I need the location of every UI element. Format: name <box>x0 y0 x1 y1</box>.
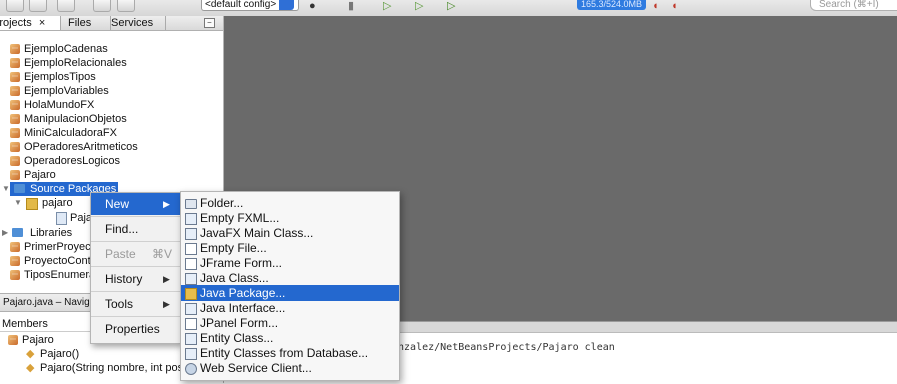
project-icon <box>10 86 20 96</box>
memory-indicator[interactable]: 165.3/524.0MB <box>577 0 646 10</box>
debug-project-icon[interactable]: ▷ <box>415 1 423 12</box>
menu-separator <box>91 241 180 242</box>
menu-separator <box>91 316 180 317</box>
new-jframe-form-item[interactable]: JFrame Form... <box>181 255 399 271</box>
new-empty-fxml-item[interactable]: Empty FXML... <box>181 210 399 226</box>
jpanel-icon <box>185 318 197 330</box>
gc-icon[interactable]: ◖ <box>652 1 659 12</box>
new-java-package-item[interactable]: Java Package... <box>181 285 399 301</box>
package-icon <box>185 288 197 300</box>
java-file-icon <box>56 212 67 225</box>
open-project-button[interactable] <box>57 0 75 12</box>
menu-item-tools[interactable]: Tools ▶ <box>91 293 180 315</box>
output-text: onzalez/NetBeansProjects/Pajaro clean <box>392 342 615 353</box>
project-icon <box>10 170 20 180</box>
javafx-class-icon <box>185 228 197 240</box>
new-java-interface-item[interactable]: Java Interface... <box>181 300 399 316</box>
submenu-arrow-icon: ▶ <box>163 274 170 284</box>
web-service-icon <box>185 363 197 375</box>
redo-button[interactable] <box>117 0 135 12</box>
undo-button[interactable] <box>93 0 111 12</box>
menu-separator <box>91 216 180 217</box>
minimize-button[interactable]: – <box>204 18 215 28</box>
project-icon <box>10 58 20 68</box>
project-icon <box>10 72 20 82</box>
menu-item-properties[interactable]: Properties <box>91 318 180 340</box>
new-entity-classes-db-item[interactable]: Entity Classes from Database... <box>181 345 399 361</box>
project-icon <box>10 114 20 124</box>
tab-projects[interactable]: Projects × <box>0 16 61 30</box>
tab-files[interactable]: Files <box>62 16 111 30</box>
class-icon <box>8 335 18 345</box>
search-input[interactable]: Search (⌘+I) <box>810 0 897 11</box>
expand-arrow-icon[interactable]: ▼ <box>2 184 10 193</box>
submenu-arrow-icon: ▶ <box>163 299 170 309</box>
menu-separator <box>91 291 180 292</box>
java-class-icon <box>185 273 197 285</box>
project-icon <box>10 256 20 266</box>
pause-icon[interactable]: ◖ <box>671 1 678 12</box>
new-file-button[interactable] <box>6 0 24 12</box>
new-empty-file-item[interactable]: Empty File... <box>181 240 399 256</box>
libraries-icon <box>12 228 23 237</box>
entity-class-icon <box>185 333 197 345</box>
menu-item-find[interactable]: Find... <box>91 218 180 240</box>
context-menu: New ▶ Find... Paste ⌘V History ▶ Tools ▶… <box>90 192 181 344</box>
project-icon <box>10 128 20 138</box>
close-icon[interactable]: × <box>39 17 45 29</box>
tree-project[interactable]: PrimerProyecto <box>10 240 90 254</box>
project-icon <box>10 242 20 252</box>
main-toolbar: <default config> ● ▮ ▷ ▷ ▷ 165.3/524.0MB… <box>0 0 897 17</box>
project-icon <box>10 44 20 54</box>
menu-item-history[interactable]: History ▶ <box>91 268 180 290</box>
new-web-service-client-item[interactable]: Web Service Client... <box>181 360 399 376</box>
new-project-button[interactable] <box>29 0 47 12</box>
run-project-icon[interactable]: ▷ <box>383 1 391 12</box>
menu-item-new[interactable]: New ▶ <box>91 193 180 215</box>
tree-java-file[interactable]: Pajaro.java <box>56 211 90 225</box>
empty-file-icon <box>185 243 197 255</box>
fxml-icon <box>185 213 197 225</box>
config-dropdown-arrow[interactable] <box>279 0 294 10</box>
tree-project[interactable]: TiposEnumerados <box>10 268 90 282</box>
folder-icon <box>185 199 197 209</box>
submenu-arrow-icon: ▶ <box>163 199 170 209</box>
expand-arrow-icon[interactable]: ▼ <box>14 198 22 207</box>
project-icon <box>10 142 20 152</box>
menu-item-paste[interactable]: Paste ⌘V <box>91 243 180 265</box>
tree-libraries[interactable]: Libraries <box>12 226 90 240</box>
project-icon <box>10 156 20 166</box>
source-folder-icon <box>14 184 25 193</box>
panel-tabbar: Projects × Files Services – <box>0 16 223 31</box>
entity-database-icon <box>185 348 197 360</box>
menu-separator <box>91 266 180 267</box>
paste-shortcut: ⌘V <box>152 247 173 261</box>
new-submenu: Folder... Empty FXML... JavaFX Main Clas… <box>180 191 400 381</box>
tree-project[interactable]: ProyectoControl <box>10 254 90 268</box>
java-interface-icon <box>185 303 197 315</box>
constructor-icon: ◆ <box>26 348 35 360</box>
jframe-icon <box>185 258 197 270</box>
clean-build-icon[interactable]: ▮ <box>348 1 354 12</box>
new-javafx-main-class-item[interactable]: JavaFX Main Class... <box>181 225 399 241</box>
hammer-icon[interactable]: ● <box>309 1 316 12</box>
project-icon <box>10 100 20 110</box>
new-jpanel-form-item[interactable]: JPanel Form... <box>181 315 399 331</box>
collapse-arrow-icon[interactable]: ▶ <box>2 228 8 237</box>
new-java-class-item[interactable]: Java Class... <box>181 270 399 286</box>
profile-project-icon[interactable]: ▷ <box>447 1 455 12</box>
new-folder-item[interactable]: Folder... <box>181 195 399 211</box>
tab-projects-label: Projects <box>0 17 32 29</box>
constructor-icon: ◆ <box>26 362 35 374</box>
new-entity-class-item[interactable]: Entity Class... <box>181 330 399 346</box>
project-icon <box>10 270 20 280</box>
tab-services[interactable]: Services <box>105 16 166 30</box>
package-icon <box>26 198 38 210</box>
